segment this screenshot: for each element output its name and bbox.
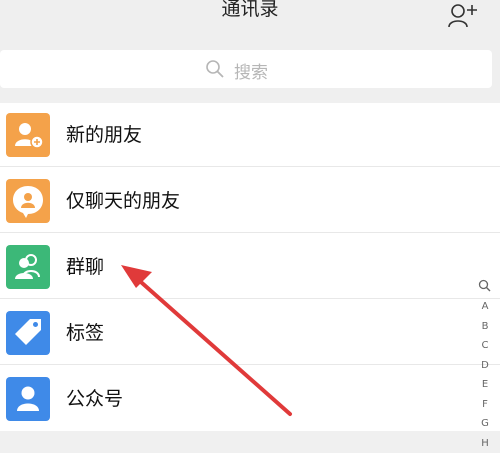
page-title: 通讯录 [0, 0, 500, 21]
search-placeholder: 搜索 [234, 58, 268, 83]
new-friends-icon [6, 113, 50, 157]
list-item-official-accounts[interactable]: 公众号 [0, 367, 500, 431]
group-chat-icon [6, 245, 50, 289]
index-letter[interactable]: D [477, 356, 493, 376]
index-search-icon[interactable] [477, 278, 493, 294]
list-item-tags[interactable]: 标签 [0, 301, 500, 365]
index-letter[interactable]: C [477, 336, 493, 356]
divider [0, 232, 500, 233]
list-item-label: 群聊 [66, 252, 104, 279]
header: 通讯录 [0, 0, 500, 40]
divider [0, 298, 500, 299]
chat-only-friends-icon [6, 179, 50, 223]
divider [0, 364, 500, 365]
official-account-icon [6, 377, 50, 421]
list-item-group-chat[interactable]: 群聊 [0, 235, 500, 299]
list-item-new-friends[interactable]: 新的朋友 [0, 103, 500, 167]
contacts-list: 新的朋友 仅聊天的朋友 群聊 [0, 103, 500, 431]
index-letter[interactable]: H [477, 434, 493, 453]
search-bar: 搜索 [0, 40, 500, 100]
index-letter[interactable]: A [477, 297, 493, 317]
list-item-label: 新的朋友 [66, 120, 142, 147]
list-item-label: 标签 [66, 318, 104, 345]
index-letter[interactable]: E [477, 375, 493, 395]
divider [0, 166, 500, 167]
search-icon [205, 59, 225, 79]
index-letter[interactable]: B [477, 317, 493, 337]
search-input[interactable]: 搜索 [0, 50, 492, 88]
alphabet-index[interactable]: A B C D E F G H [477, 278, 493, 453]
list-item-label: 公众号 [66, 384, 123, 411]
add-contact-icon[interactable] [448, 2, 478, 28]
list-item-chat-only-friends[interactable]: 仅聊天的朋友 [0, 169, 500, 233]
tag-icon [6, 311, 50, 355]
index-letter[interactable]: F [477, 395, 493, 415]
list-item-label: 仅聊天的朋友 [66, 186, 180, 213]
